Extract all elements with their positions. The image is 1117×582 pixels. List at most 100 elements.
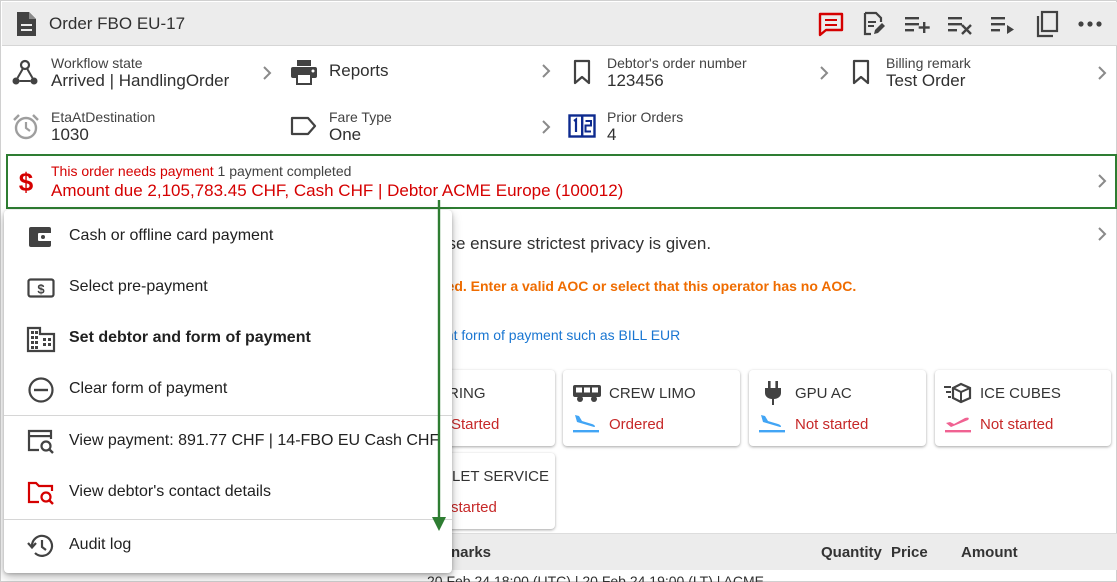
service-status: Started xyxy=(451,416,500,433)
svg-text:$: $ xyxy=(37,282,45,297)
playlist-add-icon xyxy=(905,17,930,33)
menu-item-label: Cash or offline card payment xyxy=(69,227,274,244)
service-status: Not started xyxy=(980,416,1054,433)
playlist-add-button[interactable] xyxy=(902,9,932,39)
eta-label: EtaAtDestination xyxy=(51,109,156,125)
menu-item-label: Select pre-payment xyxy=(69,278,208,295)
eta-at-destination[interactable]: EtaAtDestination 1030 xyxy=(51,109,155,145)
reports[interactable]: Reports xyxy=(329,61,389,81)
bookmark-icon xyxy=(852,59,870,85)
document-icon xyxy=(17,12,36,36)
chevron-right-icon xyxy=(1098,174,1107,188)
ice-cube-icon xyxy=(944,382,972,404)
service-status: Not started xyxy=(795,416,869,433)
menu-item-set-debtor[interactable]: Set debtor and form of payment xyxy=(4,313,452,363)
column-quantity[interactable]: Quantity xyxy=(821,544,882,561)
chevron-right-icon[interactable] xyxy=(1095,227,1109,241)
more-icon xyxy=(1078,21,1102,27)
plug-icon xyxy=(765,381,781,405)
menu-item-label: View payment: 891.77 CHF | 14-FBO EU Cas… xyxy=(69,432,440,449)
billing-remark-label: Billing remark xyxy=(886,55,971,71)
service-name: CREW LIMO xyxy=(609,385,696,402)
menu-item-view-payment[interactable]: View payment: 891.77 CHF | 14-FBO EU Cas… xyxy=(4,416,452,466)
chevron-right-icon[interactable] xyxy=(539,120,553,134)
workflow-state-value: Arrived | HandlingOrder xyxy=(51,71,230,90)
prior-orders-label: Prior Orders xyxy=(607,109,684,125)
reports-label: Reports xyxy=(329,61,389,80)
more-button[interactable] xyxy=(1075,9,1105,39)
dollar-icon: $ xyxy=(19,167,34,197)
edit-note-button[interactable] xyxy=(859,9,889,39)
money-icon: $ xyxy=(27,278,55,298)
chevron-right-icon[interactable] xyxy=(817,66,831,80)
table-header: narks Quantity Price Amount xyxy=(421,533,1117,570)
label-tag-icon xyxy=(290,116,317,136)
alarm-clock-icon xyxy=(13,114,39,140)
building-icon xyxy=(26,326,56,353)
playlist-play-button[interactable] xyxy=(988,9,1018,39)
billing-remark[interactable]: Billing remark Test Order xyxy=(886,55,971,91)
debtors-order-number-value: 123456 xyxy=(607,71,664,90)
service-name: LET SERVICE xyxy=(452,468,549,485)
payment-completed-text: 1 payment completed xyxy=(217,163,352,179)
view-search-icon xyxy=(27,429,54,454)
service-card-ice-cubes[interactable]: ICE CUBES Not started xyxy=(935,370,1111,446)
debtors-order-number-label: Debtor's order number xyxy=(607,55,747,71)
chevron-right-icon[interactable] xyxy=(260,66,274,80)
menu-item-debtor-contact[interactable]: View debtor's contact details xyxy=(4,467,452,517)
plane-takeoff-icon xyxy=(945,417,971,433)
bookmark-icon xyxy=(573,59,591,85)
edit-note-icon xyxy=(863,11,885,36)
payment-menu: Cash or offline card payment $ Select pr… xyxy=(4,210,452,573)
plane-landing-icon xyxy=(573,415,599,433)
bus-icon xyxy=(573,385,601,402)
playlist-play-icon xyxy=(991,17,1014,34)
aoc-warning: ged. Enter a valid AOC or select that th… xyxy=(438,278,857,294)
column-price[interactable]: Price xyxy=(891,544,928,561)
fare-type-value: One xyxy=(329,125,362,144)
header-bar: Order FBO EU-17 xyxy=(2,2,1117,46)
chevron-right-icon[interactable] xyxy=(1095,66,1109,80)
fare-type[interactable]: Fare Type One xyxy=(329,109,392,145)
page-title: Order FBO EU-17 xyxy=(49,14,186,33)
debtors-order-number[interactable]: Debtor's order number 123456 xyxy=(607,55,747,91)
chevron-right-icon[interactable] xyxy=(539,64,553,78)
table-row-partial: 20 Feb 24 18:00 (UTC) | 20 Feb 24 19:00 … xyxy=(427,573,764,582)
menu-item-select-prepayment[interactable]: $ Select pre-payment xyxy=(4,262,452,312)
workflow-state[interactable]: Workflow state Arrived | HandlingOrder xyxy=(51,55,229,91)
service-status: started xyxy=(451,499,497,516)
prior-orders-value: 4 xyxy=(607,125,617,144)
service-status: Ordered xyxy=(609,416,665,433)
service-name: ICE CUBES xyxy=(980,385,1061,402)
remove-circle-icon xyxy=(28,377,54,403)
eta-value: 1030 xyxy=(51,125,89,144)
svg-text:$: $ xyxy=(19,167,34,197)
history-icon xyxy=(27,534,54,557)
workflow-state-label: Workflow state xyxy=(51,55,143,71)
form-of-payment-hint: unt form of payment such as BILL EUR xyxy=(438,327,681,343)
payment-needs-text: This order needs payment xyxy=(51,163,214,179)
playlist-remove-icon xyxy=(948,17,972,35)
comment-icon xyxy=(818,12,844,37)
payment-banner[interactable]: $ This order needs payment 1 payment com… xyxy=(6,154,1117,209)
order-window: Order FBO EU-17 Workflow state Arrived |… xyxy=(0,0,1117,582)
menu-item-audit-log[interactable]: Audit log xyxy=(4,520,452,570)
wallet-icon xyxy=(29,227,52,247)
service-card-gpu-ac[interactable]: GPU AC Not started xyxy=(749,370,926,446)
numbered-icon xyxy=(568,114,596,138)
folder-search-icon xyxy=(27,481,54,505)
menu-item-cash-payment[interactable]: Cash or offline card payment xyxy=(4,211,452,261)
workflow-icon xyxy=(12,59,38,85)
menu-item-label: Audit log xyxy=(69,536,132,553)
playlist-remove-button[interactable] xyxy=(945,9,975,39)
copy-button[interactable] xyxy=(1032,9,1062,39)
column-remarks: narks xyxy=(451,544,492,561)
payment-status-line: This order needs payment 1 payment compl… xyxy=(51,163,351,179)
menu-item-label: View debtor's contact details xyxy=(69,483,271,500)
column-amount[interactable]: Amount xyxy=(961,544,1018,561)
service-card-crew-limo[interactable]: CREW LIMO Ordered xyxy=(563,370,740,446)
comment-button[interactable] xyxy=(816,9,846,39)
fare-type-label: Fare Type xyxy=(329,109,392,125)
menu-item-clear-payment[interactable]: Clear form of payment xyxy=(4,364,452,414)
prior-orders[interactable]: Prior Orders 4 xyxy=(607,109,683,145)
